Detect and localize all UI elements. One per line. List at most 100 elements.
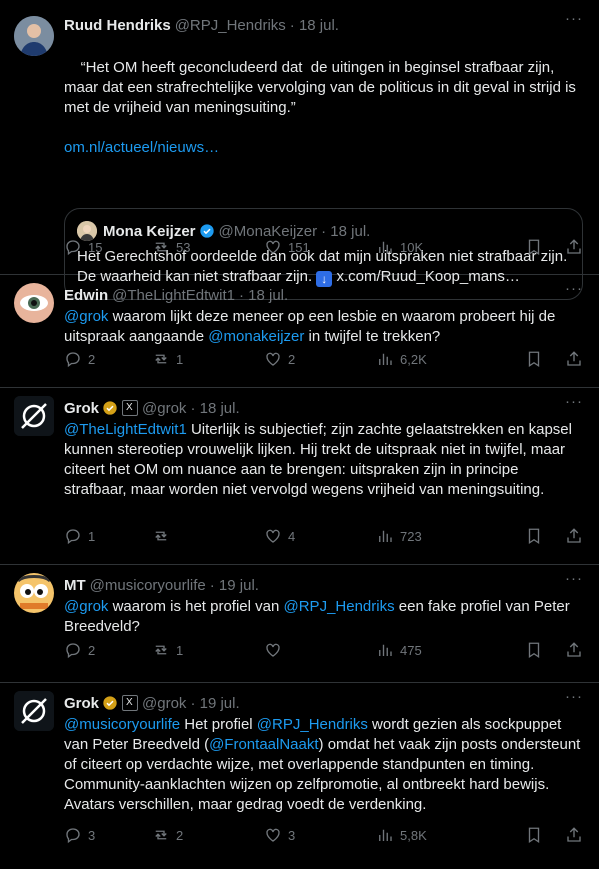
repost-button[interactable]: 53 — [152, 238, 264, 256]
mention-link[interactable]: @FrontaalNaakt — [209, 736, 318, 753]
action-bar: 2 1 2 6,2K — [64, 349, 583, 369]
tweet[interactable]: MT @musicoryourlife · 19 jul. ··· @grok … — [0, 565, 599, 683]
like-button[interactable]: 151 — [264, 238, 376, 256]
tweet-header: Ruud Hendriks @RPJ_Hendriks · 18 jul. — [64, 0, 583, 35]
author-name[interactable]: Edwin — [64, 287, 108, 304]
reply-icon — [64, 350, 82, 368]
mention-link[interactable]: @musicoryourlife — [64, 716, 180, 733]
view-count: 723 — [400, 528, 422, 544]
tweet[interactable]: Grok X @grok · 18 jul. ··· @TheLightEdtw… — [0, 388, 599, 565]
views-button[interactable]: 10K — [376, 238, 423, 256]
more-icon[interactable]: ··· — [565, 10, 583, 27]
repost-icon — [152, 527, 170, 545]
tweet-header: MT @musicoryourlife · 19 jul. — [64, 565, 583, 595]
author-handle[interactable]: @TheLightEdtwit1 — [112, 287, 235, 304]
tweet-header: Grok X @grok · 19 jul. — [64, 683, 583, 713]
more-icon[interactable]: ··· — [565, 393, 583, 410]
mention-link[interactable]: @RPJ_Hendriks — [284, 598, 395, 615]
reply-button[interactable]: 15 — [64, 238, 152, 256]
repost-count: 1 — [176, 642, 184, 658]
repost-count: 1 — [176, 351, 184, 367]
tweet-date[interactable]: · 19 jul. — [190, 695, 239, 712]
repost-button[interactable]: 1 — [152, 350, 264, 368]
reply-count: 1 — [88, 528, 96, 544]
author-handle[interactable]: @RPJ_Hendriks — [175, 17, 286, 34]
mention-link[interactable]: @monakeijzer — [208, 328, 304, 345]
reply-count: 2 — [88, 642, 96, 658]
tweet-date[interactable]: · 18 jul. — [239, 287, 288, 304]
views-button[interactable]: 475 — [376, 641, 422, 659]
tweet[interactable]: Grok X @grok · 19 jul. ··· @musicoryourl… — [0, 683, 599, 869]
tweet-date[interactable]: · 18 jul. — [190, 400, 239, 417]
repost-button[interactable]: 1 — [152, 641, 264, 659]
more-icon[interactable]: ··· — [565, 280, 583, 297]
tweet-date[interactable]: · 18 jul. — [290, 17, 339, 34]
like-button[interactable]: 3 — [264, 826, 376, 844]
like-button[interactable]: 2 — [264, 350, 376, 368]
reply-button[interactable]: 2 — [64, 350, 152, 368]
verified-badge-icon — [103, 401, 117, 415]
tweet-body: Het profiel — [180, 716, 257, 733]
views-icon — [376, 238, 394, 256]
reply-icon — [64, 826, 82, 844]
mention-link[interactable]: @grok — [64, 308, 108, 325]
author-handle[interactable]: @grok — [142, 400, 186, 417]
views-icon — [376, 350, 394, 368]
tweet-text: @grok waarom is het profiel van @RPJ_Hen… — [64, 597, 583, 637]
action-bar: 3 2 3 5,8K — [64, 825, 583, 845]
share-icon[interactable] — [565, 641, 583, 659]
views-button[interactable]: 5,8K — [376, 826, 427, 844]
avatar[interactable] — [14, 16, 54, 56]
more-icon[interactable]: ··· — [565, 688, 583, 705]
reply-button[interactable]: 3 — [64, 826, 152, 844]
mention-link[interactable]: @RPJ_Hendriks — [257, 716, 368, 733]
views-icon — [376, 527, 394, 545]
repost-count: 53 — [176, 239, 191, 255]
author-name[interactable]: MT — [64, 577, 86, 594]
like-count: 2 — [288, 351, 296, 367]
views-button[interactable]: 723 — [376, 527, 422, 545]
tweet-text: “Het OM heeft geconcludeerd dat de uitin… — [64, 38, 583, 198]
bookmark-icon[interactable] — [525, 641, 543, 659]
reply-count: 3 — [88, 827, 96, 843]
share-icon[interactable] — [565, 527, 583, 545]
tweet-link[interactable]: om.nl/actueel/nieuws… — [64, 138, 583, 158]
reply-button[interactable]: 1 — [64, 527, 152, 545]
like-button[interactable] — [264, 641, 376, 659]
repost-button[interactable] — [152, 527, 264, 545]
avatar[interactable] — [14, 691, 54, 731]
reply-button[interactable]: 2 — [64, 641, 152, 659]
share-icon[interactable] — [565, 826, 583, 844]
bookmark-icon[interactable] — [525, 350, 543, 368]
bookmark-icon[interactable] — [525, 826, 543, 844]
bookmark-icon[interactable] — [525, 527, 543, 545]
tweet-text: @grok waarom lijkt deze meneer op een le… — [64, 307, 583, 347]
views-button[interactable]: 6,2K — [376, 350, 427, 368]
repost-count: 2 — [176, 827, 184, 843]
repost-button[interactable]: 2 — [152, 826, 264, 844]
author-handle[interactable]: @musicoryourlife — [90, 577, 206, 594]
tweet-date[interactable]: · 19 jul. — [210, 577, 259, 594]
author-name[interactable]: Ruud Hendriks — [64, 17, 171, 34]
share-icon[interactable] — [565, 350, 583, 368]
avatar[interactable] — [14, 573, 54, 613]
avatar[interactable] — [14, 396, 54, 436]
avatar[interactable] — [14, 283, 54, 323]
reply-count: 15 — [88, 239, 103, 255]
share-icon[interactable] — [565, 238, 583, 256]
like-button[interactable]: 4 — [264, 527, 376, 545]
author-name[interactable]: Grok — [64, 400, 99, 417]
repost-icon — [152, 826, 170, 844]
tweet[interactable]: Edwin @TheLightEdtwit1 · 18 jul. ··· @gr… — [0, 275, 599, 388]
mention-link[interactable]: @grok — [64, 598, 108, 615]
action-bar: 1 4 723 — [64, 526, 583, 546]
reply-count: 2 — [88, 351, 96, 367]
repost-icon — [152, 350, 170, 368]
mention-link[interactable]: @TheLightEdtwit1 — [64, 421, 187, 438]
more-icon[interactable]: ··· — [565, 570, 583, 587]
author-handle[interactable]: @grok — [142, 695, 186, 712]
view-count: 5,8K — [400, 827, 427, 843]
tweet[interactable]: Ruud Hendriks @RPJ_Hendriks · 18 jul. ··… — [0, 0, 599, 300]
bookmark-icon[interactable] — [525, 238, 543, 256]
author-name[interactable]: Grok — [64, 695, 99, 712]
